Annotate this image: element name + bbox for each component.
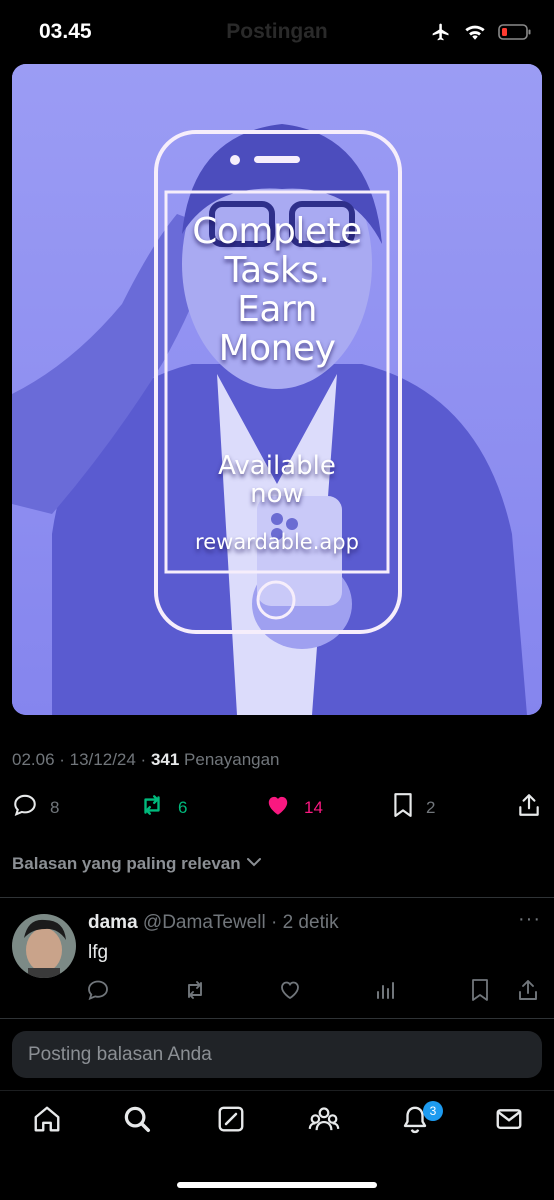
repost-button[interactable]: 6: [138, 792, 187, 823]
search-icon[interactable]: [122, 1104, 152, 1139]
bookmark-count: 2: [426, 797, 436, 817]
bookmark-button[interactable]: 2: [392, 792, 435, 823]
avatar[interactable]: [12, 914, 76, 978]
reply-share-icon[interactable]: [516, 978, 540, 1007]
home-indicator: [177, 1182, 377, 1188]
views-count: 341: [150, 750, 180, 769]
reply-author-name[interactable]: dama: [88, 912, 138, 933]
reply-header: dama @DamaTewell · 2 detik: [88, 912, 339, 934]
divider: [0, 897, 554, 898]
share-button[interactable]: [516, 792, 542, 823]
reply-text: lfg: [88, 942, 109, 963]
promo-subline-text: Available now: [218, 451, 336, 509]
wifi-icon: [464, 23, 486, 46]
reply-like-icon[interactable]: [278, 978, 302, 1007]
post-image[interactable]: Complete Tasks. Earn Money Available now…: [12, 64, 542, 715]
more-options-icon[interactable]: ···: [518, 908, 541, 931]
airplane-icon: [430, 22, 452, 47]
reply-author-handle[interactable]: @DamaTewell: [143, 912, 266, 933]
post-actions: 8 6 14 2: [0, 792, 554, 824]
post-timestamp: 02.06 · 13/12/24 ·: [12, 750, 151, 769]
reply-time: · 2 detik: [265, 912, 339, 933]
reply-bookmark-icon[interactable]: [470, 978, 490, 1007]
promo-site: rewardable.app: [195, 530, 359, 554]
status-bar: Postingan 03.45: [0, 0, 554, 64]
reply-sort-dropdown[interactable]: Balasan yang paling relevan: [12, 854, 263, 874]
battery-icon: [498, 23, 532, 46]
status-icons: [430, 22, 532, 47]
promo-headline: Complete Tasks. Earn Money: [12, 212, 542, 368]
notifications-badge: 3: [423, 1101, 443, 1121]
communities-icon[interactable]: [308, 1104, 340, 1139]
like-count: 14: [304, 797, 323, 817]
promo-headline-text: Complete Tasks. Earn Money: [192, 211, 362, 369]
reply-button[interactable]: 8: [12, 792, 59, 823]
reply-count: 8: [50, 797, 60, 817]
chevron-down-icon: [245, 854, 263, 874]
repost-icon: [138, 792, 166, 823]
reply-repost-icon[interactable]: [182, 978, 208, 1007]
bookmark-icon: [392, 792, 414, 823]
mail-icon[interactable]: [494, 1104, 524, 1139]
bottom-nav: [0, 1092, 554, 1152]
repost-count: 6: [178, 797, 188, 817]
home-icon[interactable]: [32, 1104, 62, 1139]
reply-reply-icon[interactable]: [86, 978, 110, 1007]
divider: [0, 1018, 554, 1019]
reply-icon: [12, 792, 38, 823]
reply-views-icon[interactable]: [374, 978, 398, 1007]
grok-icon[interactable]: [216, 1104, 246, 1139]
like-button[interactable]: 14: [264, 792, 323, 823]
reply-compose-input[interactable]: Posting balasan Anda: [12, 1031, 542, 1078]
share-icon: [516, 792, 542, 823]
views-label: Penayangan: [179, 750, 280, 769]
promo-photo: [12, 64, 542, 715]
reply-actions: [0, 978, 554, 1002]
clock: 03.45: [39, 20, 92, 43]
post-meta: 02.06 · 13/12/24 · 341 Penayangan: [12, 750, 280, 770]
reply-sort-label: Balasan yang paling relevan: [12, 854, 241, 873]
promo-subline: Available now: [12, 452, 542, 508]
heart-icon: [264, 792, 292, 823]
divider: [0, 1090, 554, 1091]
